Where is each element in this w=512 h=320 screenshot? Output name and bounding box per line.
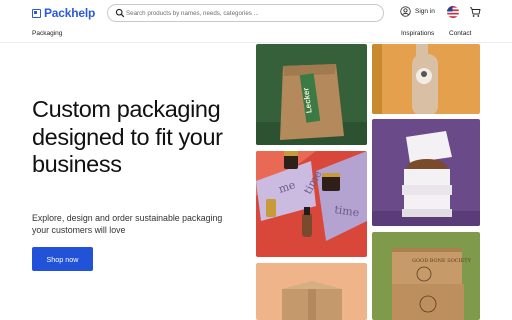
user-icon (400, 6, 411, 17)
search-input[interactable] (126, 6, 376, 20)
top-navigation-bar: Packhelp Sign in Packaging Inspirations … (0, 0, 512, 44)
nav-contact[interactable]: Contact (449, 30, 471, 37)
cart-icon[interactable] (469, 6, 481, 18)
food-container-image (372, 119, 480, 226)
kraft-bag-image: Lecker (256, 44, 367, 145)
nav-packaging[interactable]: Packaging (32, 30, 62, 37)
search-icon (115, 8, 125, 18)
packhelp-logo[interactable]: Packhelp (32, 5, 95, 21)
kraft-box-image (256, 263, 367, 320)
me-time-boxes-image: me time time (256, 151, 367, 257)
us-flag-icon[interactable] (447, 6, 459, 18)
hero-title: Custom packaging designed to fit your bu… (32, 96, 223, 177)
shop-now-button[interactable]: Shop now (32, 247, 93, 271)
crate-label-text: GOOD BONE SOCIETY (412, 258, 472, 264)
nav-inspirations[interactable]: Inspirations (401, 30, 434, 37)
search-bar[interactable] (107, 4, 384, 22)
sign-in-link[interactable]: Sign in (400, 6, 435, 17)
logo-text: Packhelp (44, 6, 96, 20)
bottle-image (372, 44, 480, 114)
stacked-crates-image: GOOD BONE SOCIETY (372, 232, 480, 320)
hero-subtitle: Explore, design and order sustainable pa… (32, 213, 223, 235)
header-divider (0, 42, 512, 43)
sign-in-label: Sign in (415, 8, 435, 15)
logo-mark-icon (32, 8, 41, 18)
